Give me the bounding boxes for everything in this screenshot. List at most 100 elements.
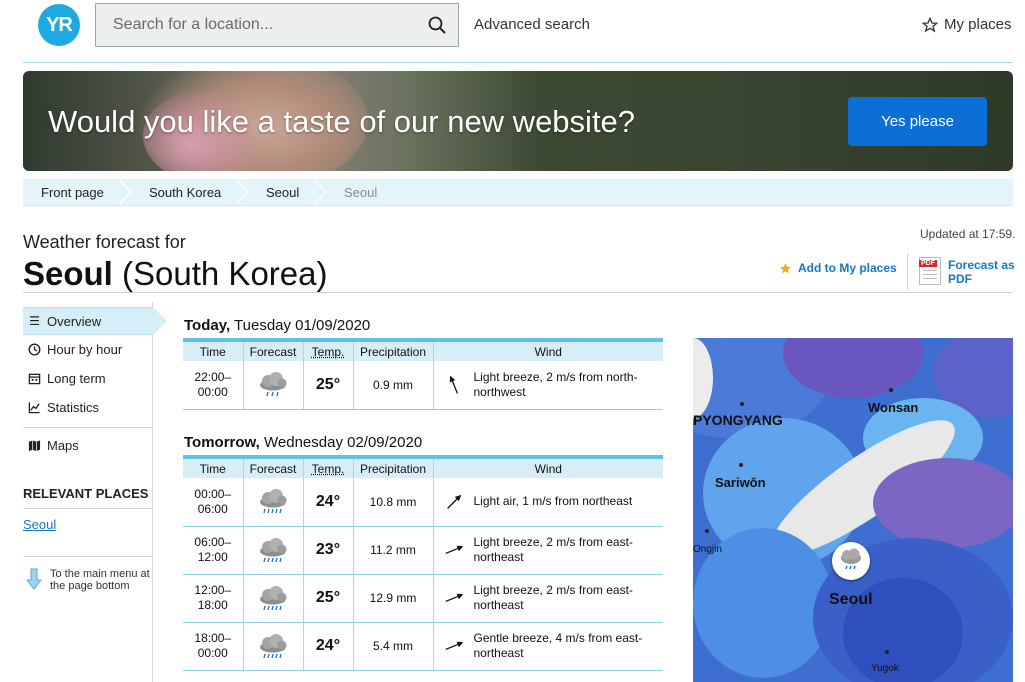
table-row: 18:00– 00:00 24° 5.4 mm Gentle breeze, 4 m/s… (183, 622, 663, 671)
nav-item-hour-by-hour[interactable]: Hour by hour (28, 342, 122, 357)
temperature-cell: 25° (302, 574, 354, 623)
map-label-sariwon: Sariwŏn (715, 475, 766, 490)
forecast-cell (242, 622, 304, 671)
col-wind: Wind (432, 340, 663, 361)
wind-cell: Light air, 1 m/s from northeast (432, 478, 663, 527)
search-input[interactable] (111, 15, 428, 35)
header-divider (23, 62, 1013, 63)
wind-description: Light breeze, 2 m/s from east-northeast (473, 535, 633, 564)
wind-arrow-icon (446, 494, 461, 509)
yes-please-button[interactable]: Yes please (848, 97, 987, 146)
forecast-cell (242, 526, 304, 575)
forecast-cell (242, 478, 304, 527)
col-temp[interactable]: Temp. (302, 340, 354, 361)
map-label-seoul: Seoul (829, 591, 873, 608)
col-forecast: Forecast (242, 340, 304, 361)
temperature-cell: 25° (302, 361, 354, 410)
today-heading: Today, Tuesday 01/09/2020 (184, 317, 371, 334)
city-name: Seoul (23, 255, 113, 292)
my-places-link[interactable]: My places (922, 16, 1012, 33)
map-label-wonsan: Wonsan (868, 400, 919, 415)
map-label-ongjin: Ongjin (693, 544, 722, 555)
map-icon (28, 440, 41, 452)
map-label-yugok: Yugok (871, 663, 899, 674)
search-box (95, 3, 459, 47)
time-cell: 12:00– 18:00 (183, 574, 244, 623)
star-outline-icon (922, 16, 938, 32)
table-row: 22:00– 00:00 25° 0.9 mm Light breeze, 2 m/s … (183, 361, 663, 410)
forecast-cell (242, 361, 304, 410)
precipitation-cell: 12.9 mm (352, 574, 434, 623)
table-row: 12:00– 18:00 25° 12.9 mm Light breeze, 2 m/s… (183, 574, 663, 623)
list-icon: ☰ (29, 314, 40, 328)
nav-item-maps[interactable]: Maps (28, 438, 79, 453)
precipitation-cell: 0.9 mm (352, 361, 434, 410)
main-menu-link[interactable]: To the main menu at the page bottom (50, 568, 160, 592)
relevant-places-heading: RELEVANT PLACES (23, 486, 149, 501)
clock-icon (28, 343, 41, 356)
col-wind: Wind (432, 457, 663, 478)
page-subtitle: Weather forecast for (23, 232, 186, 252)
arrow-down-icon[interactable] (26, 568, 42, 590)
today-forecast-table: Time Forecast Temp. Precipitation Wind 2… (183, 338, 663, 410)
wind-cell: Light breeze, 2 m/s from east-northeast (432, 574, 663, 623)
wind-arrow-icon (444, 641, 463, 651)
wind-description: Light air, 1 m/s from northeast (473, 494, 633, 509)
heavy-rain-cloud-icon (260, 489, 287, 514)
precipitation-cell: 10.8 mm (352, 478, 434, 527)
wind-cell: Light breeze, 2 m/s from north-northwest (432, 361, 663, 410)
pdf-badge: PDF (919, 260, 937, 267)
page-title: Seoul (South Korea) (23, 255, 327, 293)
add-to-my-places-link[interactable]: Add to My places (779, 261, 897, 275)
rain-cloud-icon (841, 548, 861, 570)
calendar-icon (28, 373, 41, 385)
table-header-row: Time Forecast Temp. Precipitation Wind (183, 340, 663, 361)
table-row: 06:00– 12:00 23° 11.2 mm Light breeze, 2 m/s… (183, 526, 663, 575)
col-forecast: Forecast (242, 457, 304, 478)
col-time: Time (183, 340, 244, 361)
light-rain-cloud-icon (260, 372, 287, 397)
breadcrumb-front-page[interactable]: Front page (41, 179, 104, 206)
wind-arrow-icon (444, 593, 463, 603)
precipitation-cell: 5.4 mm (352, 622, 434, 671)
nav-item-long-term[interactable]: Long term (28, 371, 106, 386)
advanced-search-link[interactable]: Advanced search (474, 16, 590, 33)
yr-logo[interactable]: YR (38, 4, 80, 46)
search-icon[interactable] (428, 16, 446, 34)
chart-line-icon (28, 402, 40, 414)
heavy-rain-cloud-icon (260, 537, 287, 562)
heavy-rain-cloud-icon (260, 585, 287, 610)
table-row: 00:00– 06:00 24° 10.8 mm Light air, 1 m/s fr… (183, 478, 663, 527)
time-cell: 22:00– 00:00 (183, 361, 244, 410)
col-temp[interactable]: Temp. (302, 457, 354, 478)
relevant-place-link[interactable]: Seoul (23, 517, 56, 532)
seoul-map-pin[interactable] (832, 542, 870, 580)
breadcrumb-south-korea[interactable]: South Korea (149, 179, 221, 206)
forecast-pdf-link[interactable]: Forecast as PDF (948, 258, 1018, 286)
table-header-row: Time Forecast Temp. Precipitation Wind (183, 457, 663, 478)
breadcrumb: Front page South Korea Seoul Seoul (23, 178, 1013, 206)
col-precipitation: Precipitation (352, 457, 434, 478)
time-cell: 00:00– 06:00 (183, 478, 244, 527)
my-places-label: My places (944, 16, 1012, 33)
wind-arrow-icon (444, 545, 463, 555)
nav-item-statistics[interactable]: Statistics (28, 400, 99, 415)
wind-description: Light breeze, 2 m/s from north-northwest (473, 369, 638, 399)
col-precipitation: Precipitation (352, 340, 434, 361)
breadcrumb-current: Seoul (344, 185, 378, 200)
breadcrumb-seoul[interactable]: Seoul (266, 179, 299, 206)
nav-item-overview[interactable]: ☰ Overview (28, 314, 101, 329)
wind-description: Light breeze, 2 m/s from east-northeast (473, 583, 633, 612)
time-cell: 06:00– 12:00 (183, 526, 244, 575)
tomorrow-heading: Tomorrow, Wednesday 02/09/2020 (184, 434, 423, 451)
precipitation-map[interactable]: PYONGYANG Wonsan Sariwŏn Ongjin Seoul Yu… (693, 338, 1013, 682)
temperature-cell: 24° (302, 478, 354, 527)
wind-cell: Light breeze, 2 m/s from east-northeast (432, 526, 663, 575)
col-time: Time (183, 457, 244, 478)
pdf-icon[interactable]: PDF (919, 257, 941, 285)
wind-cell: Gentle breeze, 4 m/s from east-northeast (432, 622, 663, 671)
time-cell: 18:00– 00:00 (183, 622, 244, 671)
temperature-cell: 23° (302, 526, 354, 575)
title-divider (23, 292, 1013, 293)
wind-description: Gentle breeze, 4 m/s from east-northeast (473, 631, 643, 660)
